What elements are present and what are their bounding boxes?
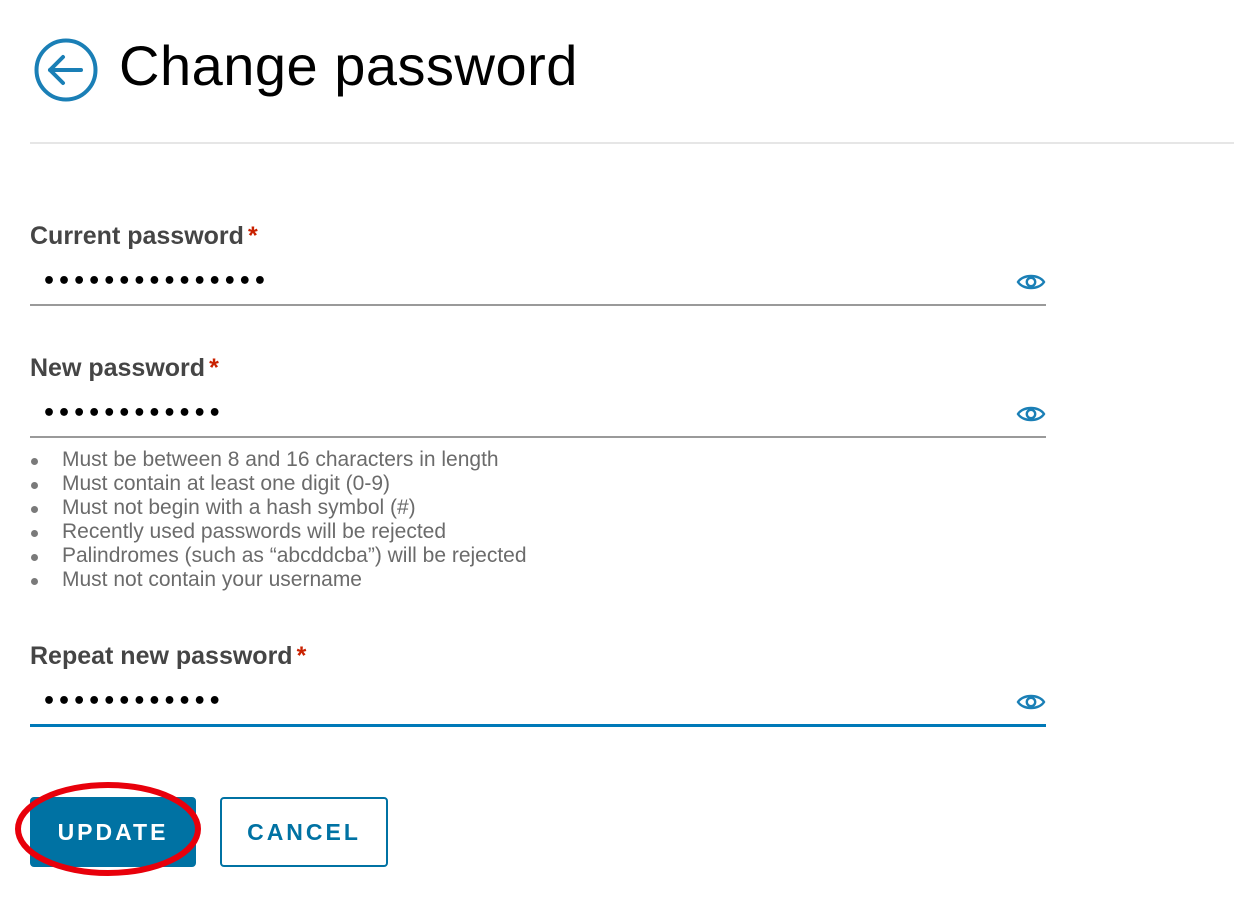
required-asterisk: * [296,642,307,670]
arrow-left-circle-icon [34,38,98,102]
password-rule: Must be between 8 and 16 characters in l… [30,448,527,472]
eye-icon [1016,694,1046,710]
current-password-input[interactable] [30,262,1002,302]
required-asterisk: * [209,354,219,382]
new-password-input[interactable] [30,394,1002,434]
password-rule: Recently used passwords will be rejected [30,520,527,544]
page-header: Change password [0,0,1234,143]
password-rule: Must not begin with a hash symbol (#) [30,496,527,520]
current-password-field: Current password * [30,222,1046,306]
header-divider [30,142,1234,144]
cancel-button[interactable]: CANCEL [220,797,388,867]
new-password-field: New password * [30,354,1046,438]
repeat-password-input[interactable] [30,682,1002,722]
current-password-input-wrapper [30,262,1046,306]
current-password-label: Current password * [30,222,258,250]
password-rule: Palindromes (such as “abcddcba”) will be… [30,544,527,568]
repeat-password-visibility-toggle[interactable] [1016,690,1046,714]
new-password-visibility-toggle[interactable] [1016,402,1046,426]
password-rules-list: Must be between 8 and 16 characters in l… [30,448,527,592]
back-button[interactable] [34,38,98,102]
eye-icon [1016,406,1046,422]
required-asterisk: * [247,222,258,250]
repeat-password-field: Repeat new password * [30,642,1046,727]
new-password-label: New password * [30,354,219,382]
password-rule: Must contain at least one digit (0-9) [30,472,527,496]
repeat-password-input-wrapper [30,682,1046,727]
page-title: Change password [119,34,578,97]
password-rule: Must not contain your username [30,568,527,592]
eye-icon [1016,274,1046,290]
new-password-input-wrapper [30,394,1046,438]
current-password-visibility-toggle[interactable] [1016,270,1046,294]
update-button[interactable]: UPDATE [30,797,196,867]
repeat-password-label: Repeat new password * [30,642,307,670]
